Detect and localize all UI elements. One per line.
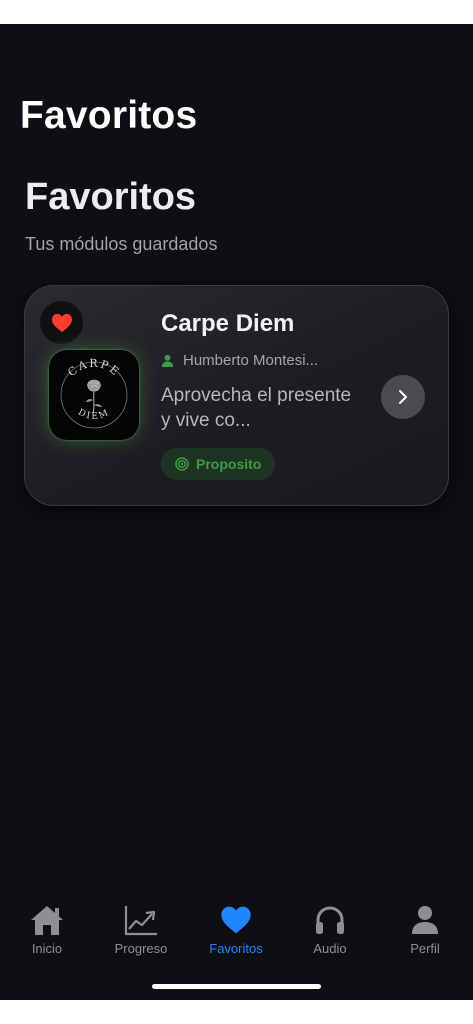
open-module-button[interactable] (381, 375, 425, 419)
person-icon (161, 354, 174, 367)
heart-icon (51, 313, 72, 332)
unfavorite-button[interactable] (40, 301, 83, 344)
favorite-module-card[interactable]: CARPE DIEM Carpe Diem Humberto Montesi..… (24, 285, 449, 506)
home-indicator[interactable] (152, 984, 321, 989)
favorites-screen: Favoritos Favoritos Tus módulos guardado… (0, 24, 473, 1000)
person-icon (412, 906, 438, 934)
category-tag: Proposito (161, 448, 276, 480)
tab-inicio[interactable]: Inicio (0, 904, 94, 956)
tab-bar: Inicio Progreso Favoritos Audio Perfil (0, 904, 473, 964)
category-tag-label: Proposito (196, 456, 262, 472)
tab-perfil[interactable]: Perfil (378, 904, 472, 956)
heart-icon (221, 906, 251, 934)
svg-text:CARPE: CARPE (65, 357, 122, 379)
target-icon (175, 457, 189, 471)
cover-text-top: CARPE (65, 357, 120, 379)
module-cover-image: CARPE DIEM (49, 350, 139, 440)
tab-label-perfil: Perfil (410, 941, 440, 956)
tab-label-inicio: Inicio (31, 941, 63, 956)
nav-title: Favoritos (20, 94, 198, 137)
module-author-name: Humberto Montesi... (183, 352, 319, 369)
module-title: Carpe Diem (161, 310, 295, 337)
tab-favoritos[interactable]: Favoritos (189, 904, 283, 956)
tab-label-favoritos: Favoritos (209, 941, 263, 956)
module-description: Aprovecha el presente y vive co... (161, 385, 352, 431)
chevron-right-icon (399, 390, 407, 404)
module-author: Humberto Montesi... (161, 352, 318, 369)
tab-label-progreso: Progreso (114, 941, 168, 956)
page-subtitle: Tus módulos guardados (25, 234, 218, 254)
house-icon (31, 906, 63, 935)
tab-progreso[interactable]: Progreso (94, 904, 188, 956)
page-title: Favoritos (25, 176, 197, 218)
headphones-icon (316, 906, 344, 934)
tab-audio[interactable]: Audio (283, 904, 377, 956)
tab-label-audio: Audio (313, 941, 347, 956)
chart-icon (124, 906, 157, 936)
